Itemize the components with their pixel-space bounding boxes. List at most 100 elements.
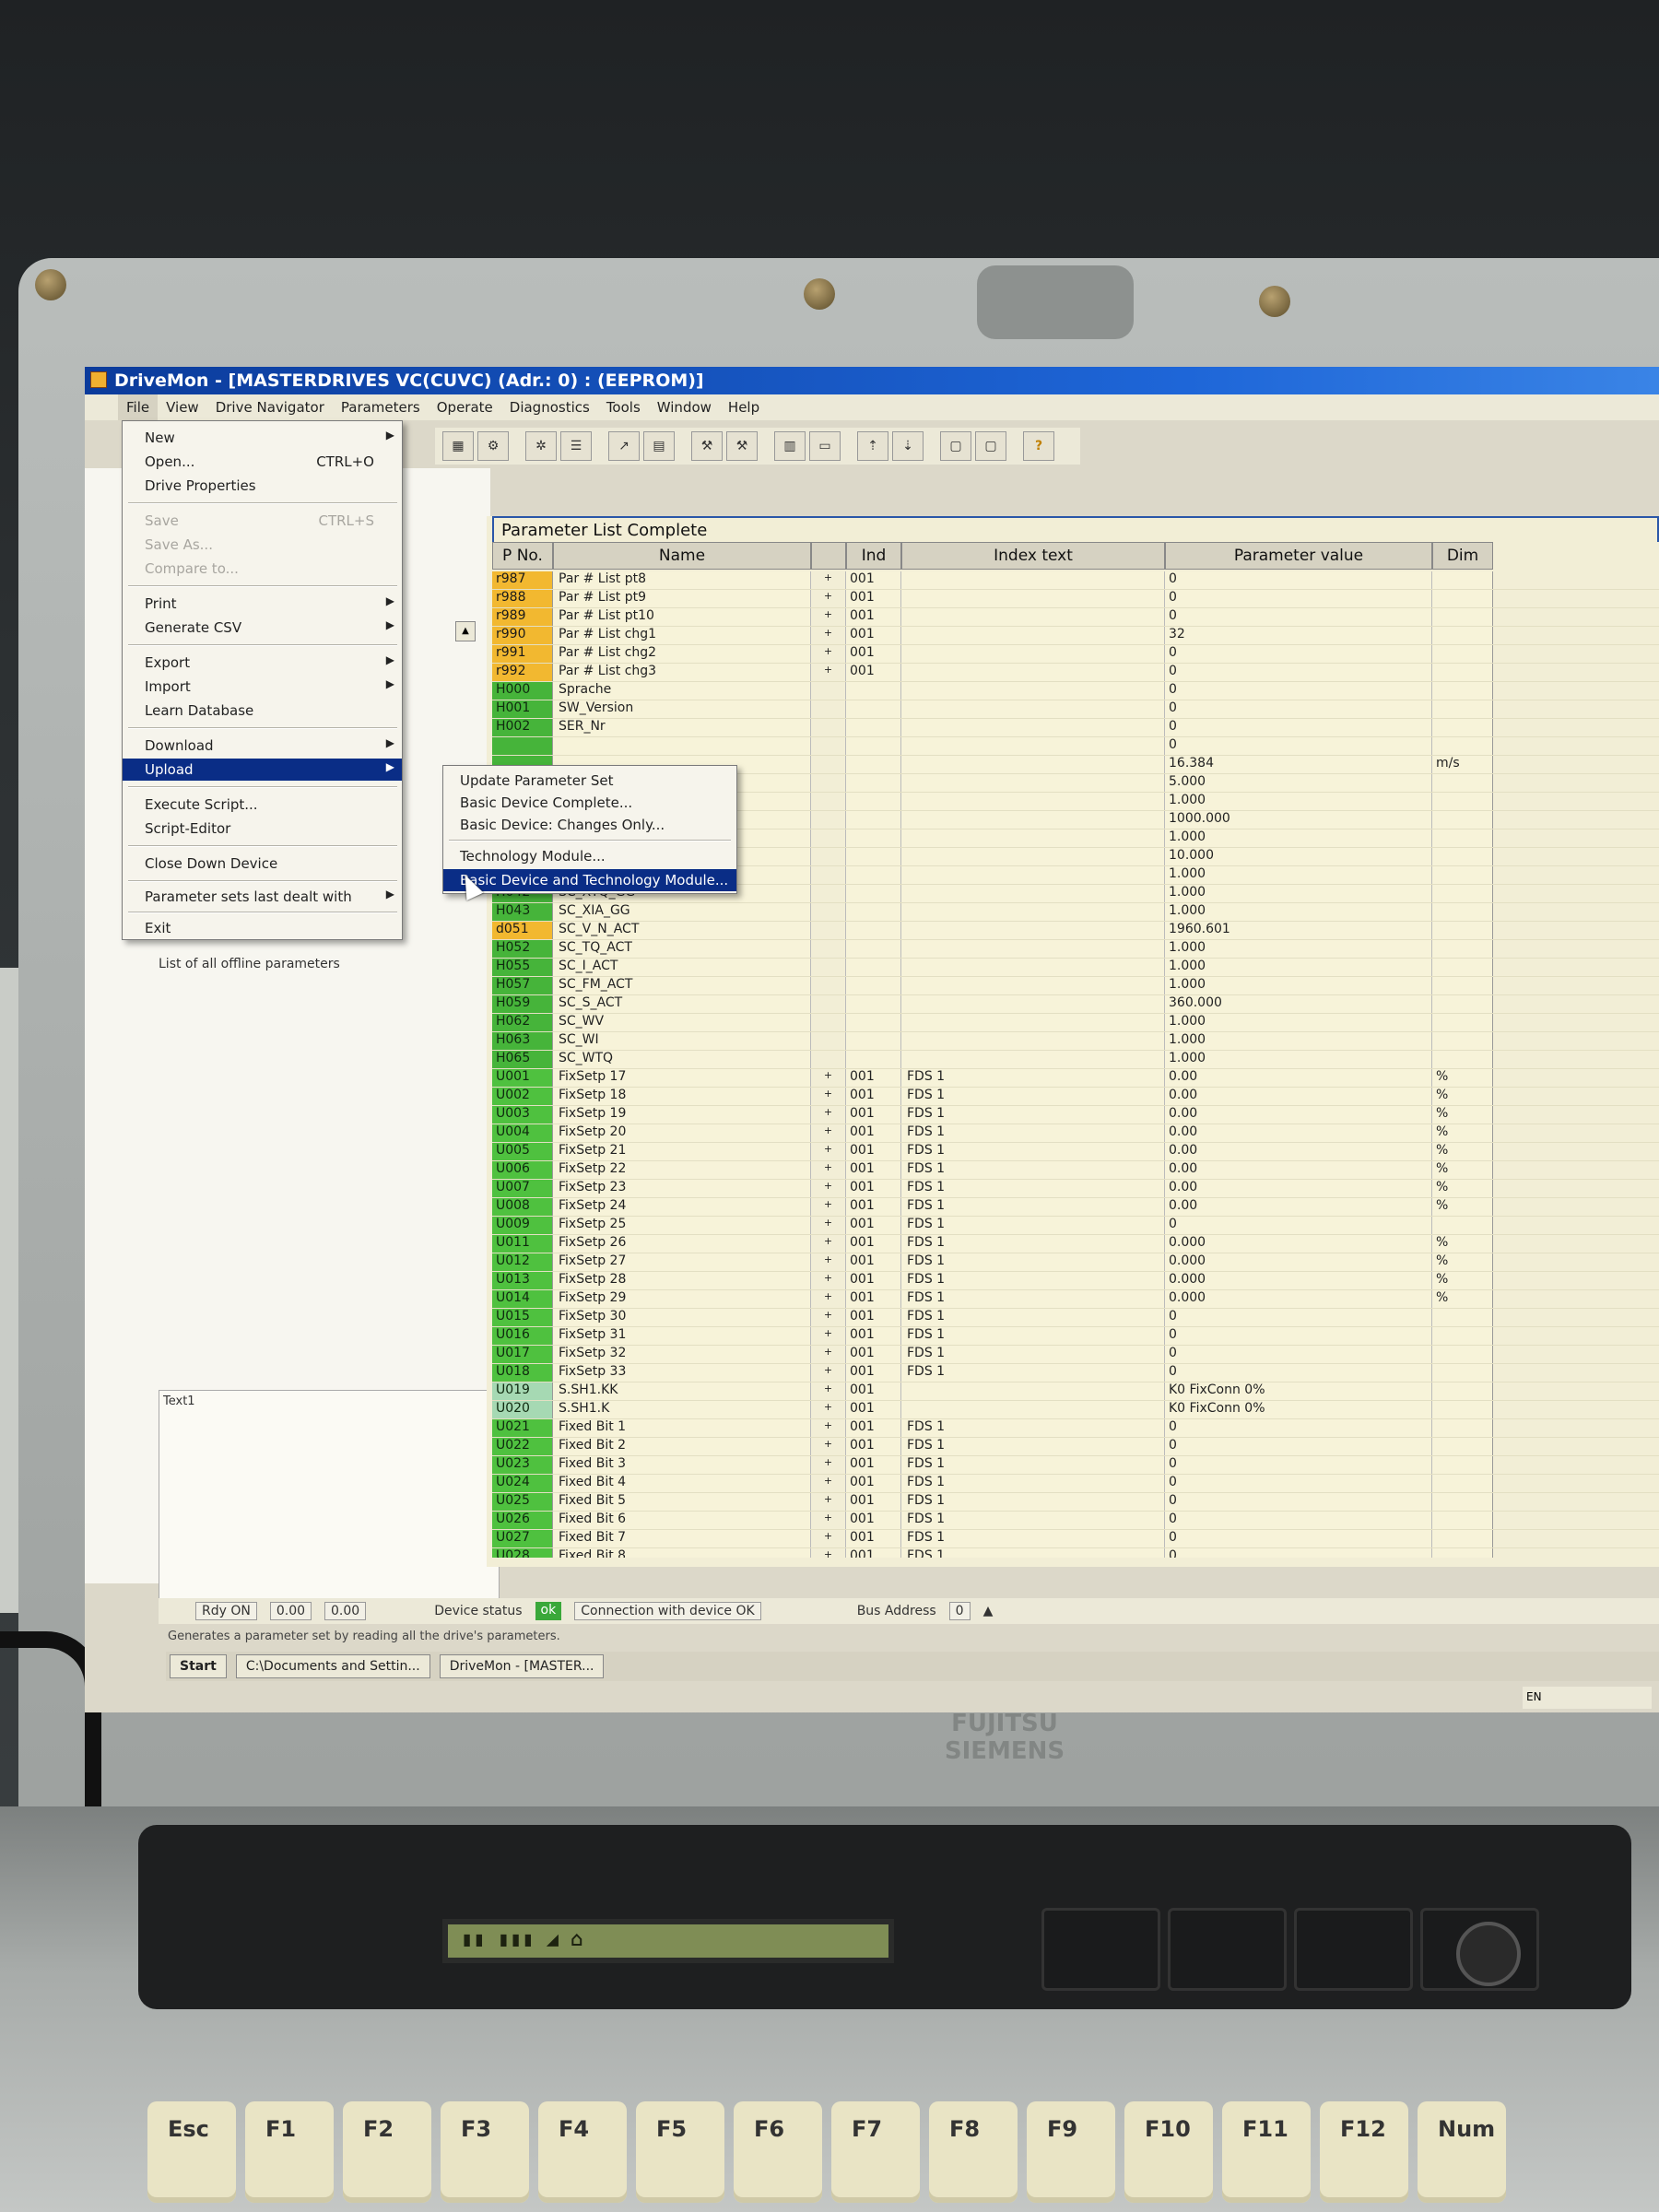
table-row[interactable]: r989 Par # List pt10 +001 0 [492, 608, 1659, 627]
cell-expand[interactable] [811, 903, 846, 921]
key-f1[interactable]: F1 [245, 2101, 334, 2203]
toolbar-window2-icon[interactable]: ▢ [975, 431, 1006, 461]
cell-expand[interactable] [811, 995, 846, 1013]
scroll-up-button[interactable]: ▲ [455, 621, 476, 641]
start-button[interactable]: Start [170, 1654, 227, 1678]
table-row[interactable]: H057 SC_FM_ACT 1.000 [492, 977, 1659, 995]
menu-parameters[interactable]: Parameters [333, 394, 429, 420]
table-row[interactable]: H063 SC_WI 1.000 [492, 1032, 1659, 1051]
cell-expand[interactable] [811, 922, 846, 939]
menu-view[interactable]: View [158, 394, 207, 420]
cell-expand[interactable] [811, 959, 846, 976]
table-row[interactable]: H001 SW_Version 0 [492, 700, 1659, 719]
table-row[interactable]: H059 SC_S_ACT 360.000 [492, 995, 1659, 1014]
cell-expand[interactable] [811, 700, 846, 718]
menu-learn-database[interactable]: Learn Database [123, 700, 402, 722]
cell-expand[interactable]: + [811, 1548, 846, 1558]
cell-expand[interactable]: + [811, 1530, 846, 1547]
cell-expand[interactable]: + [811, 1438, 846, 1455]
key-f4[interactable]: F4 [538, 2101, 627, 2203]
table-row[interactable]: U020 S.SH1.K +001 K0 FixConn 0% [492, 1401, 1659, 1419]
table-row[interactable]: U001 FixSetp 17 +001 FDS 1 0.00% [492, 1069, 1659, 1088]
menu-upload[interactable]: Upload ▶ [123, 759, 402, 781]
cell-expand[interactable] [811, 756, 846, 773]
table-row[interactable]: H055 SC_I_ACT 1.000 [492, 959, 1659, 977]
cell-expand[interactable]: + [811, 590, 846, 607]
key-f11[interactable]: F11 [1222, 2101, 1311, 2203]
toolbar-drive2-icon[interactable]: ⚒ [726, 431, 758, 461]
table-row[interactable]: U007 FixSetp 23 +001 FDS 1 0.00% [492, 1180, 1659, 1198]
table-row[interactable]: U026 Fixed Bit 6 +001 FDS 10 [492, 1512, 1659, 1530]
cell-expand[interactable]: + [811, 1235, 846, 1253]
toolbar-download-icon[interactable]: ⇣ [892, 431, 924, 461]
table-row[interactable]: H043 SC_XIA_GG 1.000 [492, 903, 1659, 922]
table-row[interactable]: U002 FixSetp 18 +001 FDS 1 0.00% [492, 1088, 1659, 1106]
menu-close-down-device[interactable]: Close Down Device [123, 853, 402, 875]
cell-expand[interactable] [811, 940, 846, 958]
cell-expand[interactable]: + [811, 1180, 846, 1197]
table-row[interactable]: H000 Sprache 0 [492, 682, 1659, 700]
cell-expand[interactable]: + [811, 1272, 846, 1289]
col-index-text[interactable]: Index text [901, 542, 1165, 570]
cell-expand[interactable]: + [811, 1512, 846, 1529]
taskbar-drivemon[interactable]: DriveMon - [MASTER... [439, 1654, 605, 1678]
cell-expand[interactable]: + [811, 571, 846, 589]
key-f5[interactable]: F5 [636, 2101, 724, 2203]
cell-expand[interactable] [811, 830, 846, 847]
menu-help[interactable]: Help [720, 394, 768, 420]
cell-expand[interactable] [811, 1014, 846, 1031]
table-row[interactable]: H065 SC_WTQ 1.000 [492, 1051, 1659, 1069]
key-f12[interactable]: F12 [1320, 2101, 1408, 2203]
table-row[interactable]: 0 [492, 737, 1659, 756]
hotkey-1[interactable] [1041, 1908, 1160, 1991]
toolbar-list-icon[interactable]: ☰ [560, 431, 592, 461]
cell-expand[interactable]: + [811, 1475, 846, 1492]
cell-expand[interactable]: + [811, 1346, 846, 1363]
menu-generate-csv[interactable]: Generate CSV ▶ [123, 617, 402, 639]
table-row[interactable]: U028 Fixed Bit 8 +001 FDS 10 [492, 1548, 1659, 1558]
cell-expand[interactable]: + [811, 1106, 846, 1124]
cell-expand[interactable]: + [811, 1253, 846, 1271]
key-f10[interactable]: F10 [1124, 2101, 1213, 2203]
cell-expand[interactable]: + [811, 627, 846, 644]
col-param-value[interactable]: Parameter value [1165, 542, 1432, 570]
cell-expand[interactable] [811, 866, 846, 884]
menu-export[interactable]: Export ▶ [123, 652, 402, 674]
language-indicator[interactable]: EN [1526, 1690, 1542, 1703]
cell-expand[interactable]: + [811, 1456, 846, 1474]
cell-expand[interactable] [811, 848, 846, 865]
table-row[interactable]: r991 Par # List chg2 +001 0 [492, 645, 1659, 664]
toolbar-chart-icon[interactable]: ▤ [643, 431, 675, 461]
toolbar-form-icon[interactable]: ▭ [809, 431, 841, 461]
table-row[interactable]: U009 FixSetp 25 +001 FDS 10 [492, 1217, 1659, 1235]
menu-technology-module[interactable]: Technology Module... [443, 845, 736, 867]
key-num[interactable]: Num [1418, 2101, 1506, 2203]
cell-expand[interactable] [811, 719, 846, 736]
menu-diagnostics[interactable]: Diagnostics [501, 394, 598, 420]
menu-tools[interactable]: Tools [598, 394, 649, 420]
cell-expand[interactable] [811, 885, 846, 902]
table-row[interactable]: U004 FixSetp 20 +001 FDS 1 0.00% [492, 1124, 1659, 1143]
table-row[interactable]: U014 FixSetp 29 +001 FDS 1 0.000% [492, 1290, 1659, 1309]
table-row[interactable]: U021 Fixed Bit 1 +001 FDS 10 [492, 1419, 1659, 1438]
power-button[interactable] [1456, 1922, 1521, 1986]
menu-print[interactable]: Print ▶ [123, 593, 402, 615]
toolbar-settings-icon[interactable]: ✲ [525, 431, 557, 461]
table-row[interactable]: U008 FixSetp 24 +001 FDS 1 0.00% [492, 1198, 1659, 1217]
text1-box[interactable]: Text1 [159, 1390, 500, 1602]
cell-expand[interactable]: + [811, 1290, 846, 1308]
key-f9[interactable]: F9 [1027, 2101, 1115, 2203]
menu-download[interactable]: Download ▶ [123, 735, 402, 757]
toolbar-trend-icon[interactable]: ↗ [608, 431, 640, 461]
toolbar-drive-icon[interactable]: ⚒ [691, 431, 723, 461]
menu-window[interactable]: Window [649, 394, 720, 420]
key-f3[interactable]: F3 [441, 2101, 529, 2203]
cell-expand[interactable] [811, 1051, 846, 1068]
cell-expand[interactable]: + [811, 1217, 846, 1234]
menu-import[interactable]: Import ▶ [123, 676, 402, 698]
table-row[interactable]: U024 Fixed Bit 4 +001 FDS 10 [492, 1475, 1659, 1493]
table-row[interactable]: U019 S.SH1.KK +001 K0 FixConn 0% [492, 1382, 1659, 1401]
cell-expand[interactable]: + [811, 1088, 846, 1105]
cell-expand[interactable] [811, 1032, 846, 1050]
toolbar-upload-icon[interactable]: ⇡ [857, 431, 888, 461]
